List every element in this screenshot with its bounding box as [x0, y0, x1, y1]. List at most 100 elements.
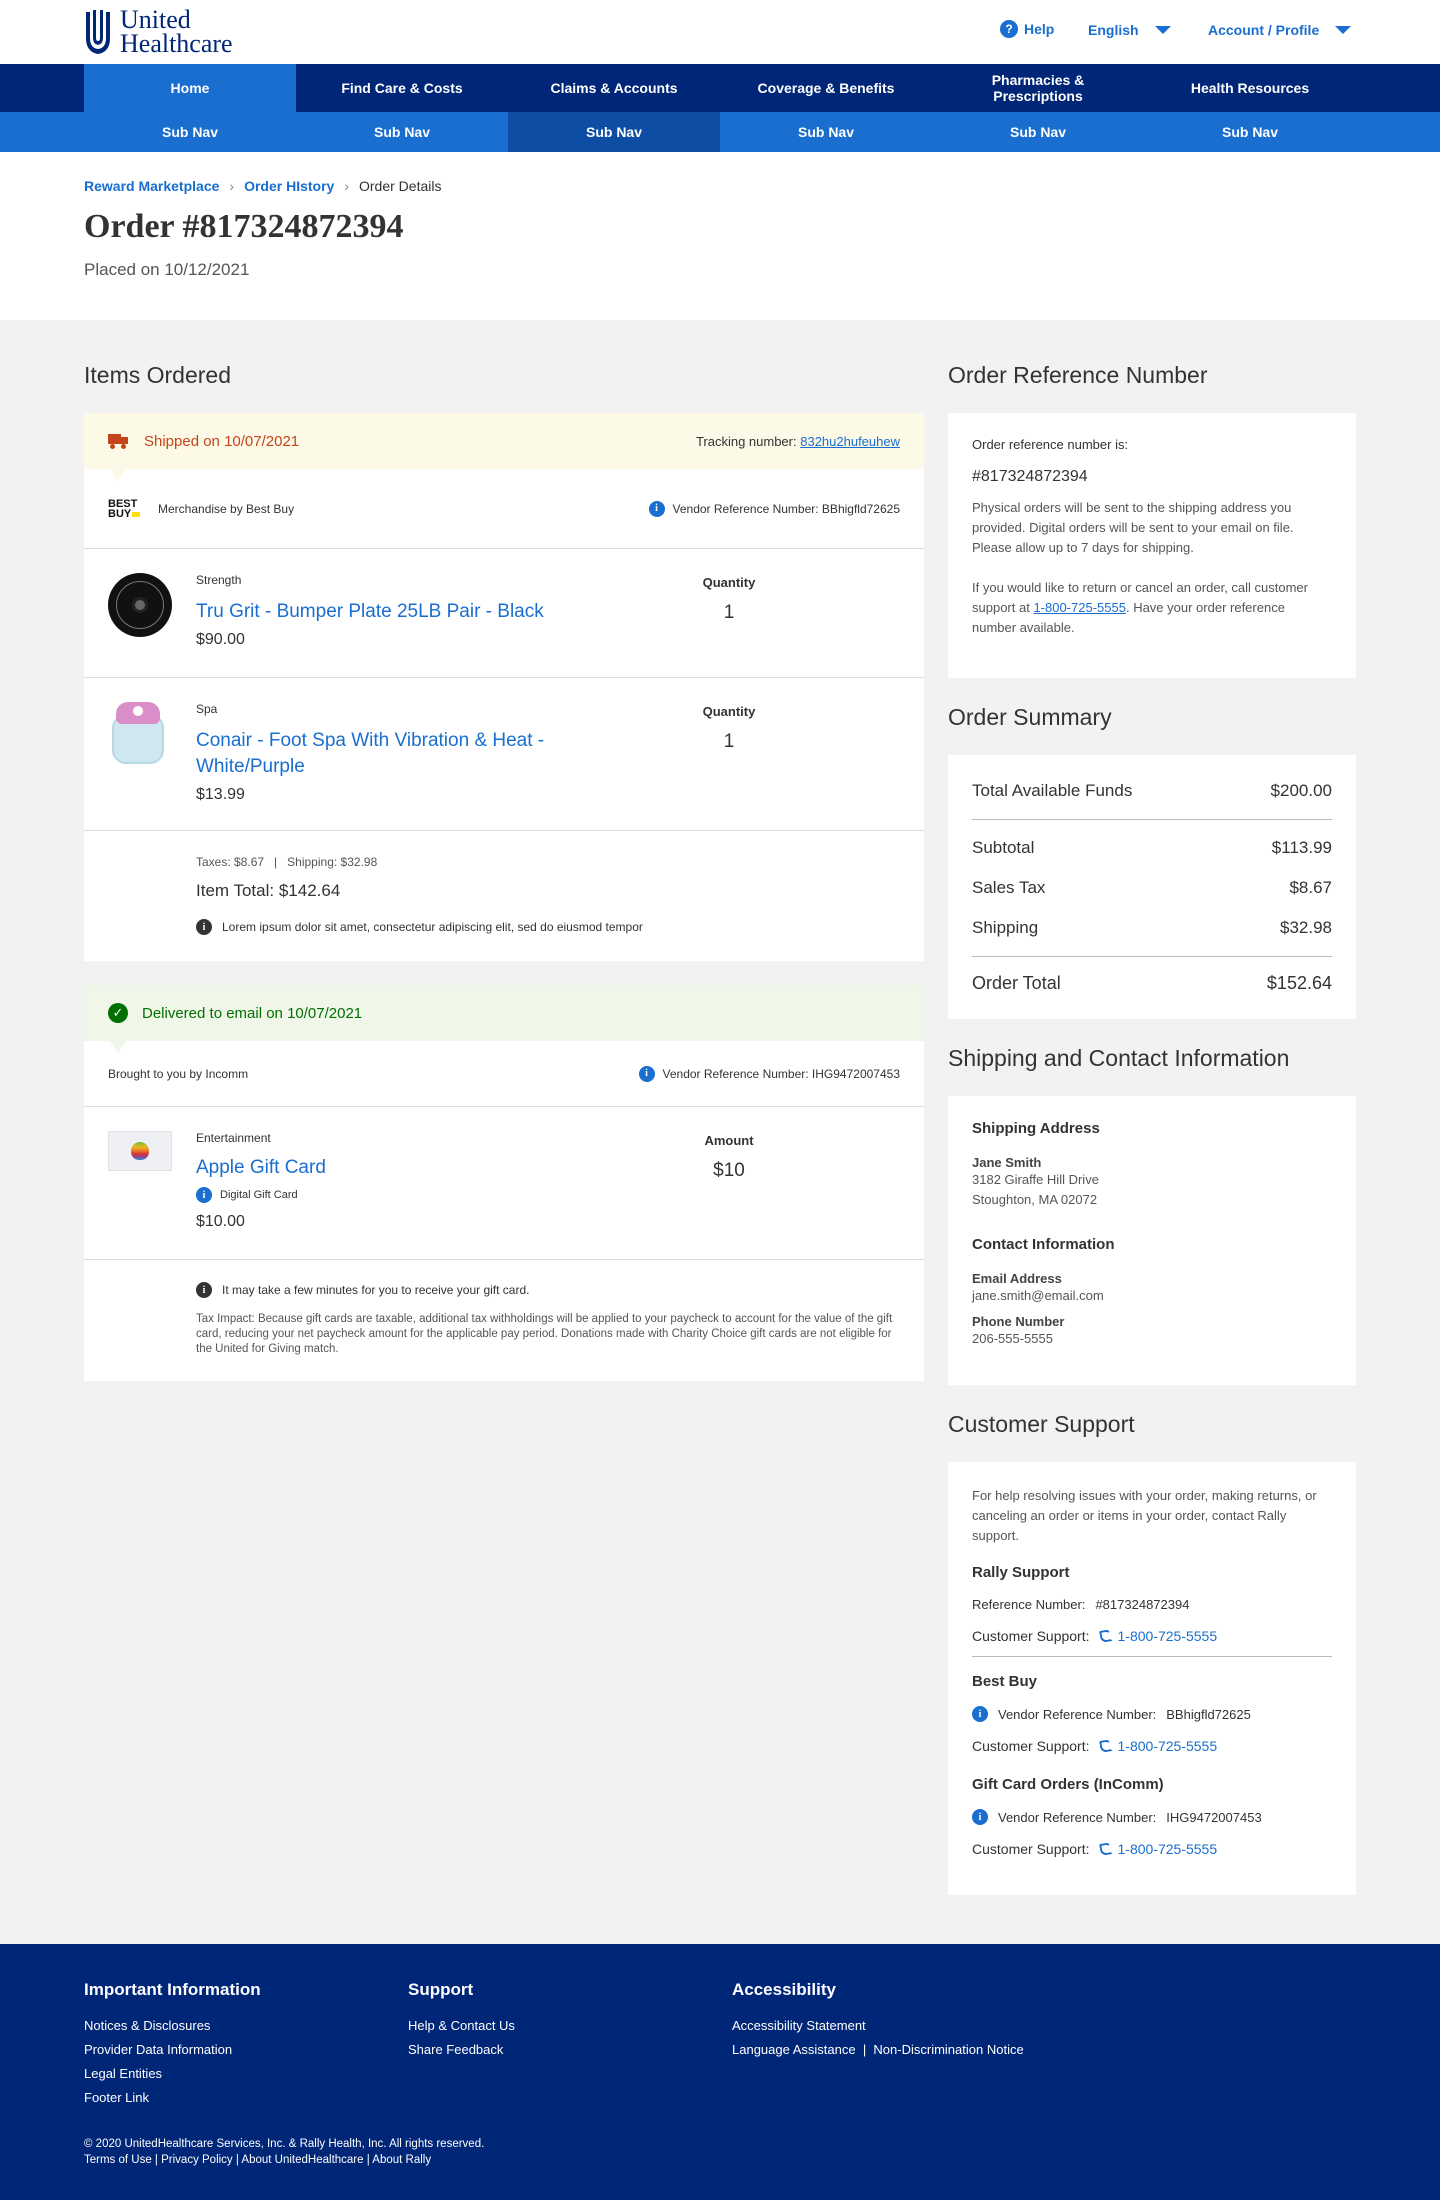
shipment-totals: Taxes: $8.67 | Shipping: $32.98 Item Tot… [84, 831, 924, 961]
item-name-link[interactable]: Apple Gift Card [196, 1155, 576, 1181]
best-buy-tag-icon [132, 511, 141, 517]
tracking-label: Tracking number: [695, 433, 797, 449]
rally-customer-support: Customer Support: 1-800-725-5555 [972, 1628, 1332, 1644]
phone-link[interactable]: 1-800-725-5555 [1098, 1738, 1217, 1754]
sidebar-column: Order Reference Number Order reference n… [948, 320, 1356, 1895]
footer-link[interactable]: Help & Contact Us [408, 2014, 515, 2038]
footer: Important Information Notices & Disclosu… [0, 1944, 1440, 2200]
item-category: Spa [196, 702, 218, 716]
order-total-label: Order Total [972, 973, 1061, 993]
info-icon[interactable]: i [648, 500, 665, 517]
footer-link[interactable]: Legal Entities [84, 2062, 261, 2086]
info-icon: i [196, 919, 212, 935]
phone-icon [1098, 1739, 1113, 1753]
reference-number: #817324872394 [972, 468, 1088, 485]
checkmark-icon: ✓ [108, 1003, 128, 1023]
incomm-reference: i Vendor Reference Number: IHG9472007453 [972, 1809, 1332, 1825]
footer-link[interactable]: Footer Link [84, 2086, 261, 2110]
foot-spa-image[interactable] [108, 700, 168, 766]
shipment-card: Shipped on 10/07/2021 Tracking number: 8… [84, 413, 924, 961]
info-icon: i [196, 1282, 212, 1298]
nav-health-resources[interactable]: Health Resources [1144, 64, 1356, 112]
info-icon[interactable]: i [638, 1065, 655, 1082]
footer-link[interactable]: Language Assistance | Non-Discrimination… [732, 2038, 1024, 2062]
subnav-item[interactable]: Sub Nav [1144, 112, 1356, 152]
legal-links[interactable]: Terms of Use | Privacy Policy | About Un… [84, 2152, 484, 2168]
subnav-item[interactable]: Sub Nav [296, 112, 508, 152]
banner-notch [110, 1041, 126, 1053]
account-dropdown[interactable]: Account / Profile [1208, 22, 1352, 38]
vendor-reference-text: Vendor Reference Number: IHG9472007453 [662, 1066, 901, 1081]
quantity-label: Quantity [702, 575, 756, 590]
item-price: $90.00 [196, 631, 245, 648]
shipment-status: Shipped on 10/07/2021 [144, 432, 300, 450]
nav-find-care[interactable]: Find Care & Costs [296, 64, 508, 112]
gift-card-image[interactable] [108, 1131, 172, 1171]
item-name-link[interactable]: Tru Grit - Bumper Plate 25LB Pair - Blac… [196, 599, 576, 625]
phone-link[interactable]: 1-800-725-5555 [1098, 1841, 1217, 1857]
subnav-item[interactable]: Sub Nav [720, 112, 932, 152]
footer-link[interactable]: Notices & Disclosures [84, 2014, 261, 2038]
breadcrumb-reward-marketplace[interactable]: Reward Marketplace [84, 178, 219, 194]
footer-link[interactable]: Accessibility Statement [732, 2014, 1024, 2038]
order-item: Spa Conair - Foot Spa With Vibration & H… [84, 678, 924, 831]
customer-support-label: Customer Support: [972, 1738, 1090, 1754]
language-label: English [1088, 22, 1139, 38]
email-label: Email Address [972, 1271, 1062, 1286]
delivery-status-banner: ✓ Delivered to email on 10/07/2021 [84, 985, 924, 1053]
shipping-value: $32.98 [1280, 918, 1332, 937]
customer-support-label: Customer Support: [972, 1628, 1090, 1644]
customer-support-label: Customer Support: [972, 1841, 1090, 1857]
phone-icon [1098, 1842, 1113, 1856]
breadcrumb-order-history[interactable]: Order HIstory [244, 178, 334, 194]
subnav-item[interactable]: Sub Nav [84, 112, 296, 152]
divider [972, 819, 1332, 820]
info-icon[interactable]: i [972, 1809, 988, 1825]
footer-support: Support Help & Contact Us Share Feedback [408, 1980, 515, 2062]
nav-coverage[interactable]: Coverage & Benefits [720, 64, 932, 112]
tax-value: $8.67 [1289, 878, 1332, 897]
item-details: Entertainment Apple Gift Card i Digital … [196, 1131, 576, 1231]
nav-claims[interactable]: Claims & Accounts [508, 64, 720, 112]
content-area: Items Ordered Shipped on 10/07/2021 Trac… [0, 320, 1440, 1944]
digital-badge-text: Digital Gift Card [220, 1189, 298, 1201]
subnav-item[interactable]: Sub Nav [932, 112, 1144, 152]
return-policy: If you would like to return or cancel an… [972, 578, 1332, 638]
help-link[interactable]: ? Help [1000, 20, 1054, 38]
support-phone-link[interactable]: 1-800-725-5555 [1033, 600, 1126, 615]
item-total: Item Total: $142.64 [196, 881, 341, 900]
contact-info-title: Contact Information [972, 1236, 1115, 1253]
shipment-status-banner: Shipped on 10/07/2021 Tracking number: 8… [84, 413, 924, 481]
chevron-right-icon: › [229, 178, 235, 194]
subnav-item-active[interactable]: Sub Nav [508, 112, 720, 152]
quantity-label: Quantity [702, 704, 756, 719]
copyright: © 2020 UnitedHealthcare Services, Inc. &… [84, 2138, 485, 2150]
footer-link[interactable]: Provider Data Information [84, 2038, 261, 2062]
reference-label: Order reference number is: [972, 437, 1129, 452]
rally-reference: Reference Number: #817324872394 [972, 1597, 1332, 1612]
nav-pharmacies[interactable]: Pharmacies & Prescriptions [932, 64, 1144, 112]
tracking-number-link[interactable]: 832hu2hufeuhew [800, 434, 900, 449]
best-buy-logo-line-2: BUY [108, 507, 132, 520]
phone-link[interactable]: 1-800-725-5555 [1098, 1628, 1218, 1644]
language-dropdown[interactable]: English [1088, 22, 1171, 38]
tax-row: Sales Tax $8.67 [972, 878, 1332, 898]
logo-wordmark: United Healthcare [120, 7, 233, 57]
bumper-plate-image[interactable] [108, 573, 172, 637]
shipping-address-title: Shipping Address [972, 1120, 1100, 1137]
best-buy-reference: i Vendor Reference Number: BBhigfld72625 [972, 1706, 1332, 1722]
info-icon[interactable]: i [196, 1187, 212, 1203]
uhc-logo[interactable]: United Healthcare [84, 7, 233, 57]
phone-number: 1-800-725-5555 [1117, 1628, 1218, 1644]
shipping-label: Shipping [972, 918, 1039, 937]
delivery-status: Delivered to email on 10/07/2021 [142, 1004, 363, 1022]
items-ordered-heading: Items Ordered [84, 362, 231, 388]
item-name-link[interactable]: Conair - Foot Spa With Vibration & Heat … [196, 728, 576, 780]
nav-home[interactable]: Home [84, 64, 296, 112]
rally-support-title: Rally Support [972, 1564, 1070, 1581]
vendor-name: Merchandise by Best Buy [158, 501, 295, 516]
info-icon[interactable]: i [972, 1706, 988, 1722]
footer-link[interactable]: Share Feedback [408, 2038, 515, 2062]
account-label: Account / Profile [1208, 22, 1320, 38]
customer-support-heading: Customer Support [948, 1411, 1135, 1437]
